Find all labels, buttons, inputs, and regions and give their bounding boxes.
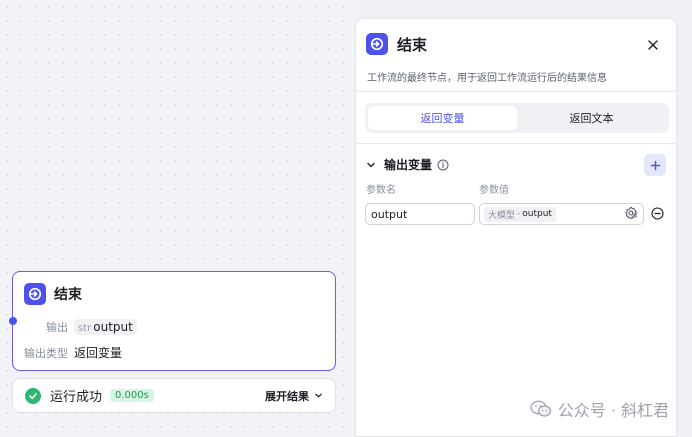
check-circle-icon xyxy=(25,387,41,404)
expand-results-label: 展开结果 xyxy=(265,389,309,403)
minus-circle-icon[interactable] xyxy=(651,207,664,220)
gear-icon[interactable] xyxy=(624,206,638,220)
end-node-title: 结束 xyxy=(54,287,82,303)
chevron-down-icon xyxy=(315,393,322,398)
info-icon[interactable] xyxy=(437,159,449,171)
param-value-field[interactable]: 大模型 - output × xyxy=(479,203,644,225)
end-node[interactable]: 结束 输出 str output 输出类型 返回变量 xyxy=(9,271,336,371)
chevron-down-icon xyxy=(367,162,375,167)
divider xyxy=(356,143,676,144)
plus-icon xyxy=(650,160,660,170)
panel-header: 结束 xyxy=(366,33,427,55)
expand-results-button[interactable]: 展开结果 xyxy=(265,388,323,404)
run-status-text: 运行成功 xyxy=(50,390,103,405)
output-var-chip: str output xyxy=(74,319,137,335)
watermark: 公众号 · 斜杠君 xyxy=(530,397,669,421)
reference-variable: output xyxy=(522,209,552,219)
run-time-badge: 0.000s xyxy=(110,389,154,402)
reference-source: 大模型 xyxy=(488,210,516,221)
output-type-value: 返回变量 xyxy=(74,346,123,360)
panel-title: 结束 xyxy=(397,35,428,54)
run-status-bar: 运行成功 0.000s 展开结果 xyxy=(12,378,336,413)
node-output-row: 输出 str output xyxy=(13,319,137,335)
close-icon[interactable] xyxy=(646,37,660,51)
return-mode-tabs: 返回变量 返回文本 xyxy=(365,103,669,133)
end-node-header: 结束 xyxy=(24,283,82,305)
workflow-canvas[interactable] xyxy=(0,0,356,437)
tab-return-text[interactable]: 返回文本 xyxy=(517,106,666,130)
end-node-config-panel: 结束 工作流的最终节点，用于返回工作流运行后的结果信息 返回变量 返回文本 输出… xyxy=(355,18,677,437)
var-type: str xyxy=(78,323,92,334)
param-name-header: 参数名 xyxy=(366,185,396,196)
watermark-text: 公众号 · 斜杠君 xyxy=(557,401,669,420)
output-vars-section-toggle[interactable]: 输出变量 xyxy=(366,156,449,173)
variable-reference-chip: 大模型 - output xyxy=(484,206,556,222)
exit-node-icon xyxy=(366,33,388,55)
node-output-type-row: 输出类型 返回变量 xyxy=(13,344,122,361)
section-title: 输出变量 xyxy=(384,158,433,172)
param-value-header: 参数值 xyxy=(479,185,509,196)
var-name: output xyxy=(93,320,133,334)
add-variable-button[interactable] xyxy=(644,154,666,176)
divider xyxy=(356,91,676,92)
panel-description: 工作流的最终节点，用于返回工作流运行后的结果信息 xyxy=(367,73,607,84)
wechat-icon xyxy=(530,400,551,417)
output-label: 输出 xyxy=(46,321,68,334)
exit-node-icon xyxy=(24,283,46,305)
output-type-label: 输出类型 xyxy=(24,346,68,360)
reference-separator: - xyxy=(517,209,521,219)
param-name-input[interactable] xyxy=(365,203,475,225)
tab-return-variable[interactable]: 返回变量 xyxy=(368,106,517,130)
